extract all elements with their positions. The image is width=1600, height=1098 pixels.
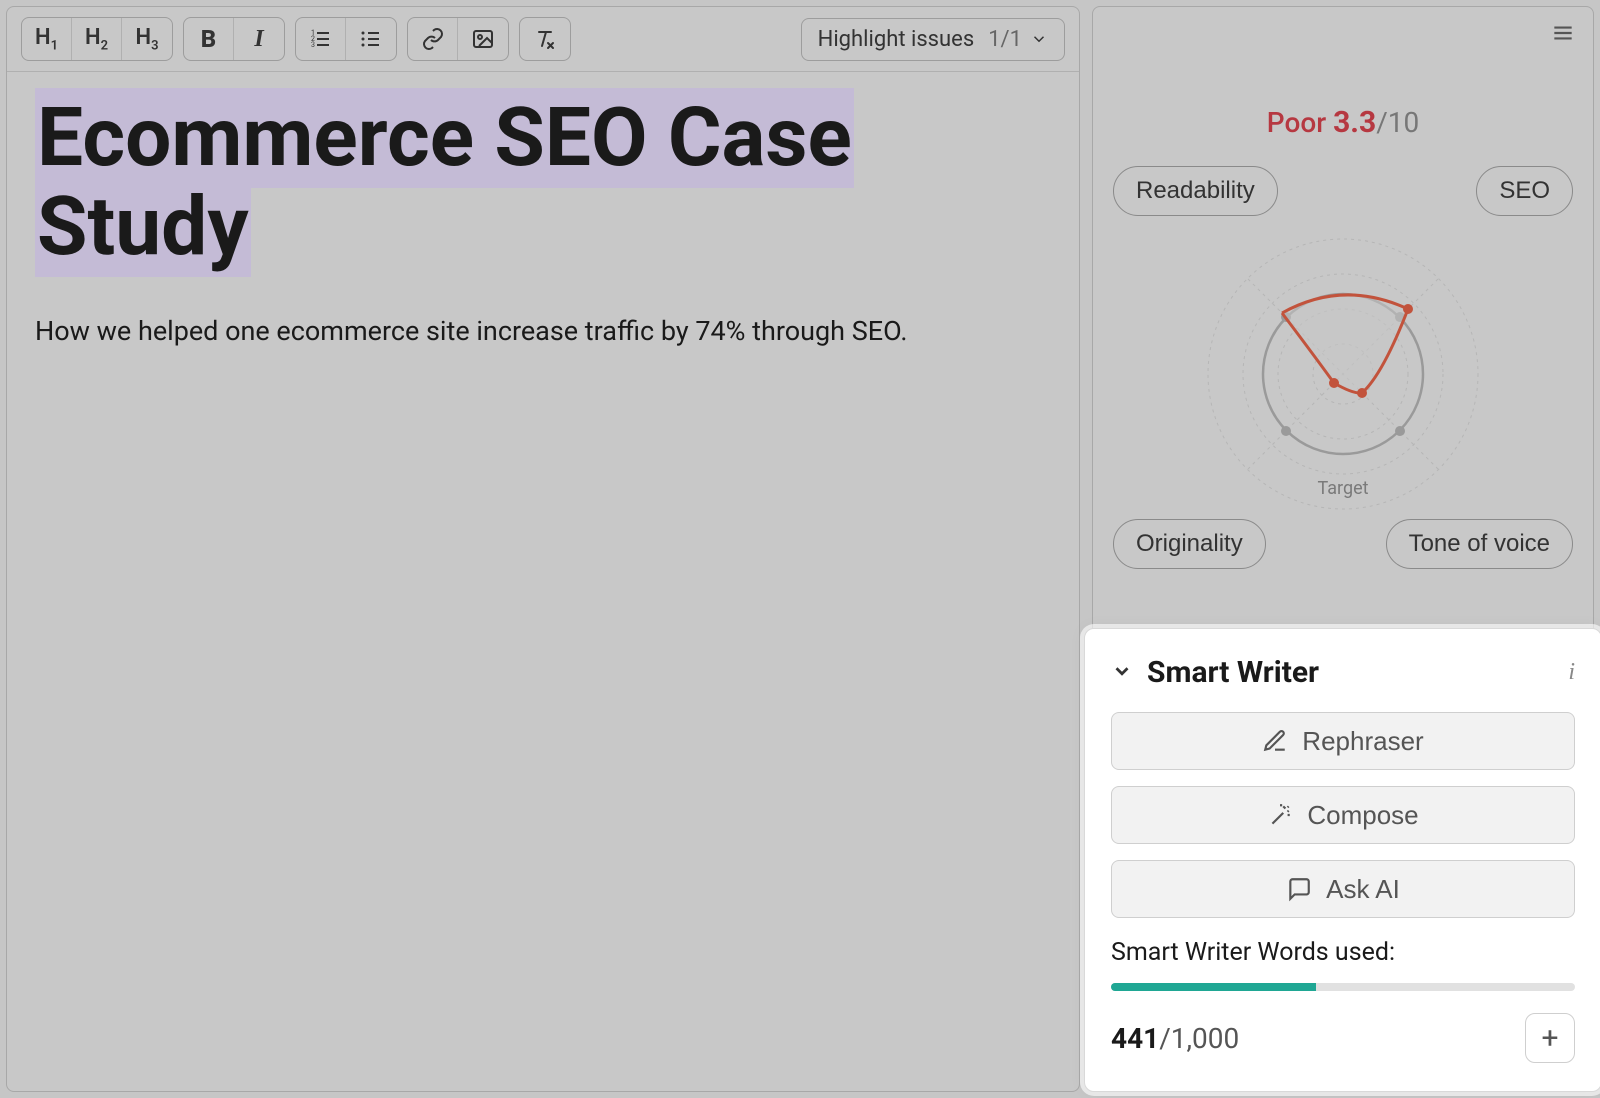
italic-button[interactable]: I [234, 18, 284, 60]
rating-label: Poor [1267, 106, 1326, 139]
rephraser-label: Rephraser [1302, 726, 1423, 757]
hamburger-icon [1550, 20, 1576, 46]
smart-writer-card: Smart Writer i Rephraser Compose Ask AI … [1084, 628, 1600, 1092]
compose-button[interactable]: Compose [1111, 786, 1575, 844]
image-button[interactable] [458, 18, 508, 60]
usage-used: 441 [1111, 1022, 1159, 1055]
ordered-list-button[interactable]: 123 [296, 18, 346, 60]
readability-pill[interactable]: Readability [1113, 166, 1278, 216]
seo-pill[interactable]: SEO [1476, 166, 1573, 216]
chat-icon [1286, 876, 1312, 902]
document-title: Ecommerce SEO Case Study [35, 88, 854, 277]
heading-group: H1 H2 H3 [21, 17, 173, 61]
magic-wand-icon [1267, 802, 1293, 828]
style-group: B I [183, 17, 285, 61]
unordered-list-button[interactable] [346, 18, 396, 60]
clear-format-button[interactable] [520, 18, 570, 60]
score-line: Poor 3.3/10 [1113, 105, 1573, 140]
rephraser-button[interactable]: Rephraser [1111, 712, 1575, 770]
chevron-down-icon [1030, 30, 1048, 48]
collapse-button[interactable] [1111, 660, 1133, 686]
ask-ai-label: Ask AI [1326, 874, 1400, 905]
highlight-count: 1/1 [988, 27, 1022, 52]
unordered-list-icon [359, 27, 383, 51]
editor-content[interactable]: Ecommerce SEO Case Study How we helped o… [7, 72, 1079, 369]
edit-icon [1262, 728, 1288, 754]
chevron-down-icon [1111, 660, 1133, 682]
h2-button[interactable]: H2 [72, 18, 122, 60]
usage-label: Smart Writer Words used: [1111, 938, 1575, 967]
add-words-button[interactable]: + [1525, 1013, 1575, 1063]
ordered-list-icon: 123 [309, 27, 333, 51]
h3-button[interactable]: H3 [122, 18, 172, 60]
score-value: 3.3 [1333, 105, 1376, 140]
bold-button[interactable]: B [184, 18, 234, 60]
highlight-issues-select[interactable]: Highlight issues 1/1 [801, 18, 1065, 61]
clear-group [519, 17, 571, 61]
plus-icon: + [1541, 1021, 1558, 1056]
target-label: Target [1113, 478, 1573, 499]
image-icon [471, 27, 495, 51]
originality-pill[interactable]: Originality [1113, 519, 1266, 569]
highlight-label: Highlight issues [818, 27, 975, 52]
svg-text:3: 3 [311, 41, 315, 49]
toolbar: H1 H2 H3 B I 123 [7, 7, 1079, 72]
link-button[interactable] [408, 18, 458, 60]
usage-total: 1,000 [1171, 1022, 1239, 1055]
smart-writer-title: Smart Writer [1147, 655, 1554, 690]
usage-fill [1111, 983, 1316, 991]
clear-format-icon [533, 27, 557, 51]
score-max: /10 [1376, 106, 1419, 139]
usage-sep: / [1159, 1022, 1171, 1055]
ask-ai-button[interactable]: Ask AI [1111, 860, 1575, 918]
info-icon[interactable]: i [1568, 659, 1575, 686]
list-group: 123 [295, 17, 397, 61]
sidebar: Poor 3.3/10 Readability SEO [1092, 6, 1594, 1092]
compose-label: Compose [1307, 800, 1418, 831]
link-icon [421, 27, 445, 51]
insert-group [407, 17, 509, 61]
usage-bar [1111, 983, 1575, 991]
document-body: How we helped one ecommerce site increas… [35, 315, 1051, 347]
h1-button[interactable]: H1 [22, 18, 72, 60]
editor-panel: H1 H2 H3 B I 123 [6, 6, 1080, 1092]
menu-button[interactable] [1550, 20, 1576, 50]
tone-pill[interactable]: Tone of voice [1386, 519, 1573, 569]
